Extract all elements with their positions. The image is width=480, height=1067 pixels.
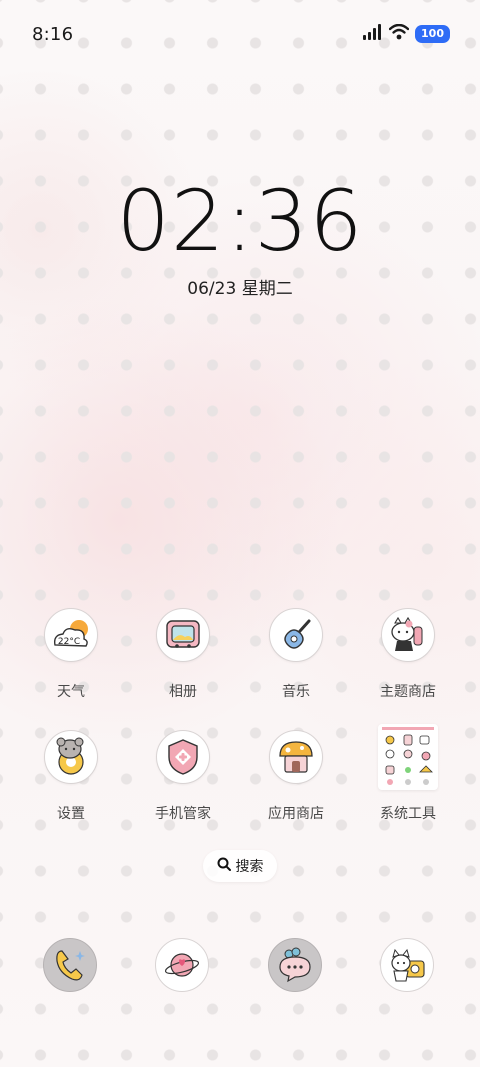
dock-messages[interactable] [268, 938, 324, 994]
security-shield-icon [156, 730, 210, 784]
app-weather[interactable]: 22°C 天气 [21, 608, 121, 701]
system-tools-folder-icon[interactable] [378, 724, 438, 790]
wallpaper-dot-pattern [0, 0, 480, 1067]
signal-icon [363, 24, 383, 44]
status-bar: 8:16 100 [0, 0, 480, 68]
app-app-store[interactable]: 应用商店 [246, 730, 346, 823]
gallery-icon [156, 608, 210, 662]
dock-camera[interactable] [380, 938, 436, 994]
search-button[interactable]: 搜索 [203, 850, 277, 882]
app-label: 系统工具 [380, 806, 436, 822]
app-label: 设置 [57, 806, 85, 822]
status-icons: 100 [363, 23, 450, 45]
clock-widget-time[interactable]: 02:36 [0, 172, 480, 270]
search-icon [217, 857, 231, 875]
messages-bubble-icon [268, 938, 322, 992]
app-label: 相册 [169, 684, 197, 700]
status-time: 8:16 [32, 24, 74, 45]
app-label: 天气 [57, 684, 85, 700]
settings-flower-icon [44, 730, 98, 784]
app-phone-manager[interactable]: 手机管家 [133, 730, 233, 823]
phone-icon [43, 938, 97, 992]
search-label: 搜索 [235, 859, 264, 875]
app-label: 手机管家 [155, 806, 211, 822]
clock-widget-date: 06/23 星期二 [187, 279, 293, 299]
browser-planet-icon [155, 938, 209, 992]
app-label: 主题商店 [380, 684, 436, 700]
app-store-mushroom-icon [269, 730, 323, 784]
app-theme-store[interactable]: 主题商店 [358, 608, 458, 701]
theme-store-icon [381, 608, 435, 662]
app-music[interactable]: 音乐 [246, 608, 346, 701]
music-guitar-icon [269, 608, 323, 662]
weather-icon: 22°C [44, 608, 98, 662]
app-label: 应用商店 [268, 806, 324, 822]
app-label: 音乐 [282, 684, 310, 700]
weather-temp: 22°C [58, 637, 80, 647]
battery-icon: 100 [415, 25, 450, 43]
dock-phone[interactable] [43, 938, 99, 994]
wifi-icon [388, 23, 410, 44]
app-gallery[interactable]: 相册 [133, 608, 233, 701]
dock-browser[interactable] [155, 938, 211, 994]
camera-cat-icon [380, 938, 434, 992]
app-settings[interactable]: 设置 [21, 730, 121, 823]
